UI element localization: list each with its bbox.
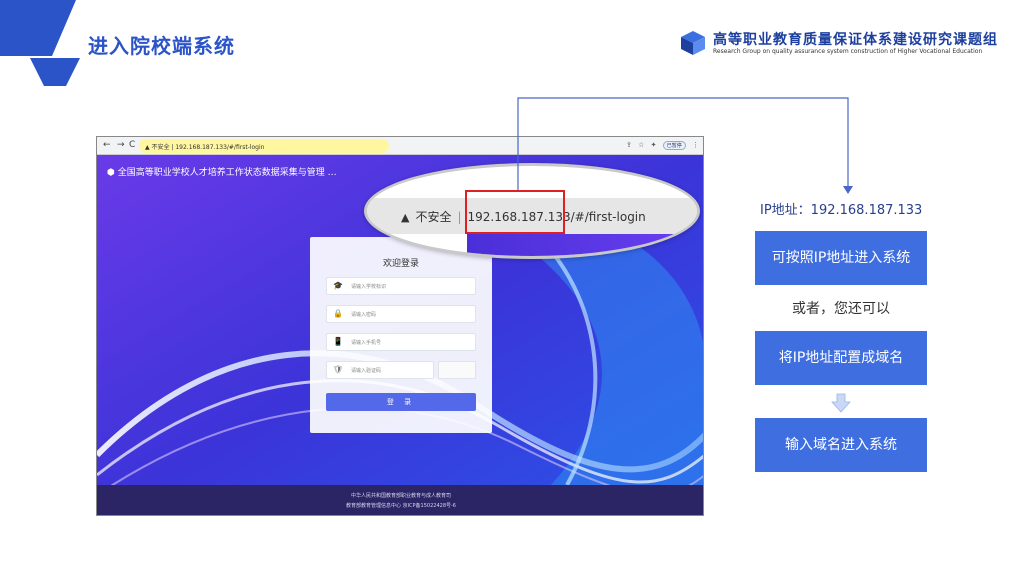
header-decoration — [0, 0, 80, 86]
step-configure-domain: 将IP地址配置成域名 — [755, 331, 927, 385]
forward-icon[interactable]: → — [117, 140, 125, 150]
cube-icon: ⬢ — [107, 168, 118, 178]
slide: 进入院校端系统 高等职业教育质量保证体系建设研究课题组 Research Gro… — [0, 0, 1024, 576]
lock-icon: 🔒 — [333, 309, 343, 318]
login-card: 欢迎登录 🎓 请输入学校标识 🔒 请输入密码 📱 请输入手机号 🛡 请输入验证码… — [310, 237, 492, 433]
slide-title: 进入院校端系统 — [88, 34, 235, 58]
sync-badge[interactable]: 已暂停 — [662, 141, 686, 150]
step-access-by-domain: 输入域名进入系统 — [755, 418, 927, 472]
phone-icon: 📱 — [333, 337, 343, 346]
phone-placeholder: 请输入手机号 — [351, 340, 382, 346]
org-cube-logo — [681, 31, 705, 55]
footer-line-2: 教育部教育管理信息中心 京ICP备15022428号-6 — [345, 503, 456, 509]
site-footer: 中华人民共和国教育部职业教育与成人教育司 教育部教育管理信息中心 京ICP备15… — [97, 485, 703, 515]
star-icon[interactable]: ☆ — [638, 141, 644, 149]
org-name: 高等职业教育质量保证体系建设研究课题组 — [713, 32, 998, 48]
reload-icon[interactable]: C — [129, 140, 135, 150]
captcha-input[interactable]: 🛡 请输入验证码 — [326, 361, 434, 379]
login-title: 欢迎登录 — [382, 259, 419, 269]
footer-line-1: 中华人民共和国教育部职业教育与成人教育司 — [350, 493, 451, 499]
down-arrow-icon — [831, 393, 851, 413]
password-input[interactable]: 🔒 请输入密码 — [326, 305, 476, 323]
insecure-label: 不安全 — [415, 210, 452, 224]
magnified-path: /#/first-login — [570, 210, 646, 224]
site-title: ⬢ 全国高等职业学校人才培养工作状态数据采集与管理 … — [107, 168, 337, 178]
org-name-en: Research Group on quality assurance syst… — [713, 48, 983, 55]
browser-toolbar: ← → C ▲ 不安全 | 192.168.187.133/#/first-lo… — [97, 137, 703, 155]
address-bar[interactable]: ▲ 不安全 | 192.168.187.133/#/first-login — [139, 139, 389, 153]
magnified-page-strip — [467, 234, 697, 256]
shield-icon: 🛡 — [333, 365, 344, 374]
captcha-placeholder: 请输入验证码 — [351, 368, 382, 374]
phone-input[interactable]: 📱 请输入手机号 — [326, 333, 476, 351]
ip-highlight-box — [465, 190, 565, 234]
browser-extension-icons: ⇪ ☆ ✦ 已暂停 ⋮ — [622, 141, 699, 150]
login-button[interactable]: 登 录 — [326, 393, 476, 411]
school-id-placeholder: 请输入学校标识 — [351, 284, 387, 290]
step-access-by-ip: 可按照IP地址进入系统 — [755, 231, 927, 285]
ip-address-label: IP地址：192.168.187.133 — [760, 203, 923, 218]
password-placeholder: 请输入密码 — [351, 312, 377, 318]
extension-icon[interactable]: ✦ — [651, 141, 657, 149]
or-text: 或者，您还可以 — [792, 301, 890, 317]
school-id-input[interactable]: 🎓 请输入学校标识 — [326, 277, 476, 295]
menu-icon[interactable]: ⋮ — [692, 141, 699, 149]
warning-icon: ▲ — [401, 211, 410, 224]
captcha-image[interactable] — [438, 361, 476, 379]
graduation-cap-icon: 🎓 — [333, 281, 343, 290]
back-icon[interactable]: ← — [103, 140, 111, 150]
share-icon[interactable]: ⇪ — [626, 141, 632, 149]
